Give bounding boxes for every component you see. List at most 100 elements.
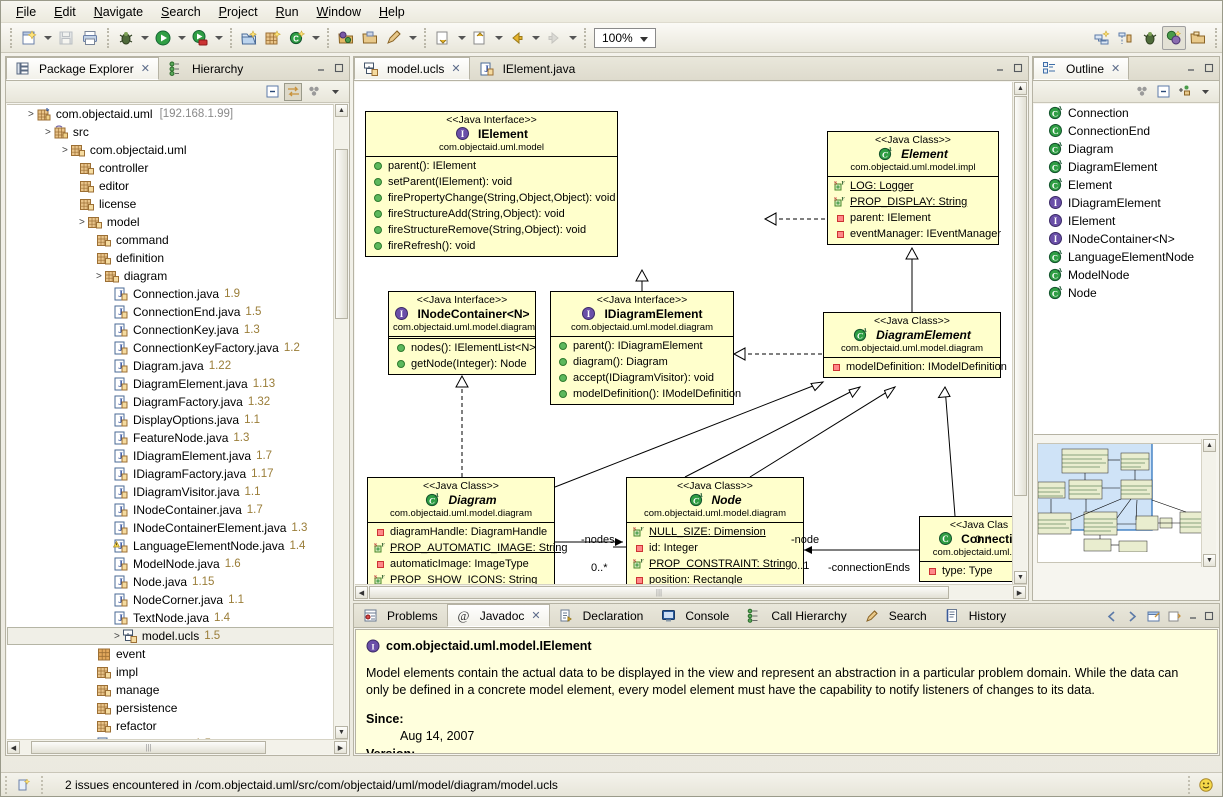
outline-item[interactable]: IIDiagramElement — [1034, 194, 1218, 212]
search-toolbar-button[interactable] — [382, 26, 406, 50]
run-dropdown[interactable] — [175, 27, 188, 49]
outline-list[interactable]: CAConnectionCConnectionEndCADiagramCADia… — [1034, 104, 1218, 434]
uml-member[interactable]: diagram(): Diagram — [551, 354, 733, 370]
uml-member[interactable]: nodes(): IElementList<N> — [389, 340, 535, 356]
uml-member[interactable]: modelDefinition: IModelDefinition — [824, 359, 1000, 375]
expand-arrow-icon[interactable]: > — [28, 109, 34, 120]
uml-member[interactable]: fireStructureAdd(String,Object): void — [366, 206, 617, 222]
debug-dropdown[interactable] — [138, 27, 151, 49]
outline-item[interactable]: CADiagramElement — [1034, 158, 1218, 176]
tree-item[interactable]: JConnectionKey.java1.3 — [7, 321, 348, 339]
package-explorer-hscrollbar[interactable]: ◀ ||| ▶ — [7, 739, 348, 754]
uml-member[interactable]: SFLOG: Logger — [828, 178, 998, 194]
uml-member[interactable]: fireStructureRemove(String,Object): void — [366, 222, 617, 238]
tree-item[interactable]: >model — [7, 213, 348, 231]
menu-item-run[interactable]: Run — [267, 3, 308, 21]
scroll-up-arrow[interactable]: ▲ — [1203, 439, 1216, 452]
forward-dropdown[interactable] — [566, 27, 579, 49]
minimize-button[interactable] — [993, 61, 1006, 74]
uml-class-connection[interactable]: <<Java ClasCConnectiocom.objectaid.uml.m… — [919, 516, 1012, 582]
close-icon[interactable]: ✕ — [141, 62, 150, 75]
sort-icon[interactable] — [1133, 83, 1151, 101]
outline-item[interactable]: CANode — [1034, 284, 1218, 302]
tree-item[interactable]: event — [7, 645, 348, 663]
open-type-button[interactable] — [334, 26, 358, 50]
outline-item[interactable]: CAModelNode — [1034, 266, 1218, 284]
scroll-down-arrow[interactable]: ▼ — [1203, 554, 1216, 567]
new-sequence-diagram-button[interactable] — [1114, 26, 1138, 50]
maximize-button[interactable] — [332, 61, 345, 74]
menu-item-project[interactable]: Project — [210, 3, 267, 21]
tree-item[interactable]: >com.objectaid.uml — [7, 141, 348, 159]
hscroll-thumb[interactable]: ||| — [369, 586, 949, 599]
maximize-button[interactable] — [1011, 61, 1024, 74]
outline-item[interactable]: CADiagram — [1034, 140, 1218, 158]
thumbnail-vscrollbar[interactable]: ▲ ▼ — [1201, 439, 1216, 567]
uml-member[interactable]: modelDefinition(): IModelDefinition — [551, 386, 733, 402]
uml-class-ielement[interactable]: <<Java Interface>>IIElementcom.objectaid… — [365, 111, 618, 257]
tree-item[interactable]: JNodeCorner.java1.1 — [7, 591, 348, 609]
tree-item[interactable]: JDiagramFactory.java1.32 — [7, 393, 348, 411]
tree-item[interactable]: JDiagramElement.java1.13 — [7, 375, 348, 393]
tree-item[interactable]: >src — [7, 123, 348, 141]
scroll-up-arrow[interactable]: ▲ — [1014, 82, 1027, 95]
tree-item[interactable]: impl — [7, 663, 348, 681]
tree-item[interactable]: command — [7, 231, 348, 249]
run-button[interactable] — [151, 26, 175, 50]
next-annotation-button[interactable] — [431, 26, 455, 50]
tree-item[interactable]: >model.ucls1.5 — [7, 627, 348, 645]
tree-item[interactable]: JDiagram.java1.22 — [7, 357, 348, 375]
tree-item[interactable]: JINodeContainer.java1.7 — [7, 501, 348, 519]
print-button[interactable] — [78, 26, 102, 50]
uml-member[interactable]: SFPROP_CONSTRAINT: String — [627, 556, 803, 572]
package-explorer-tree[interactable]: >com.objectaid.uml[192.168.1.99]>src>com… — [7, 104, 348, 739]
uml-member[interactable]: eventManager: IEventManager — [828, 226, 998, 242]
tree-item[interactable]: JTextNode.java1.4 — [7, 609, 348, 627]
maximize-button[interactable] — [1202, 61, 1215, 74]
open-task-button[interactable] — [358, 26, 382, 50]
scroll-down-arrow[interactable]: ▼ — [1014, 571, 1027, 584]
zoom-combo[interactable]: 100% — [594, 28, 656, 48]
expand-arrow-icon[interactable]: > — [96, 271, 102, 282]
uml-member[interactable]: automaticImage: ImageType — [368, 556, 554, 572]
uml-member[interactable]: getNode(Integer): Node — [389, 356, 535, 372]
diagram-thumbnail[interactable] — [1037, 443, 1202, 563]
tab-problems[interactable]: Problems — [354, 604, 447, 627]
tab-console[interactable]: Console — [652, 604, 738, 627]
new-uml-diagram-button[interactable] — [1090, 26, 1114, 50]
new-package-button[interactable] — [261, 26, 285, 50]
new-class-dropdown[interactable] — [309, 27, 322, 49]
tree-item[interactable]: >com.objectaid.uml[192.168.1.99] — [7, 105, 348, 123]
tab-declaration[interactable]: Declaration — [550, 604, 653, 627]
scroll-up-arrow[interactable]: ▲ — [335, 104, 348, 117]
tree-item[interactable]: JNode.java1.15 — [7, 573, 348, 591]
editor-vscrollbar[interactable]: ▲ ▼ — [1012, 82, 1027, 584]
tab-package-explorer[interactable]: Package Explorer✕ — [6, 57, 159, 80]
uml-member[interactable]: accept(IDiagramVisitor): void — [551, 370, 733, 386]
maximize-button[interactable] — [1202, 610, 1215, 623]
outline-item[interactable]: IINodeContainer<N> — [1034, 230, 1218, 248]
new-wizard-button[interactable] — [17, 26, 41, 50]
expand-arrow-icon[interactable]: > — [114, 631, 120, 642]
smiley-status-icon[interactable] — [1194, 777, 1218, 793]
new-class-button[interactable]: C — [285, 26, 309, 50]
outline-item[interactable]: CAElement — [1034, 176, 1218, 194]
scroll-right-arrow[interactable]: ▶ — [1013, 586, 1026, 599]
uml-class-inodecontainer[interactable]: <<Java Interface>>IINodeContainer<N>com.… — [388, 291, 536, 375]
uml-member[interactable]: parent(): IElement — [366, 158, 617, 174]
menu-item-file[interactable]: File — [7, 3, 45, 21]
tree-item[interactable]: definition — [7, 249, 348, 267]
menu-item-search[interactable]: Search — [152, 3, 210, 21]
next-annotation-dropdown[interactable] — [455, 27, 468, 49]
uml-member[interactable]: parent: IElement — [828, 210, 998, 226]
forward-button[interactable] — [542, 26, 566, 50]
outline-item[interactable]: CAConnection — [1034, 104, 1218, 122]
uml-class-idiagramelement[interactable]: <<Java Interface>>IIDiagramElementcom.ob… — [550, 291, 734, 405]
tab-call-hierarchy[interactable]: Call Hierarchy — [738, 604, 855, 627]
scroll-right-arrow[interactable]: ▶ — [334, 741, 347, 754]
tree-item[interactable]: JFeatureNode.java1.3 — [7, 429, 348, 447]
view-dropdown-icon[interactable] — [1196, 83, 1214, 101]
uml-diagram-canvas[interactable]: <<Java Interface>>IIElementcom.objectaid… — [355, 82, 1012, 584]
uml-member[interactable]: position: Rectangle — [627, 572, 803, 584]
hscroll-thumb[interactable]: ||| — [31, 741, 266, 754]
